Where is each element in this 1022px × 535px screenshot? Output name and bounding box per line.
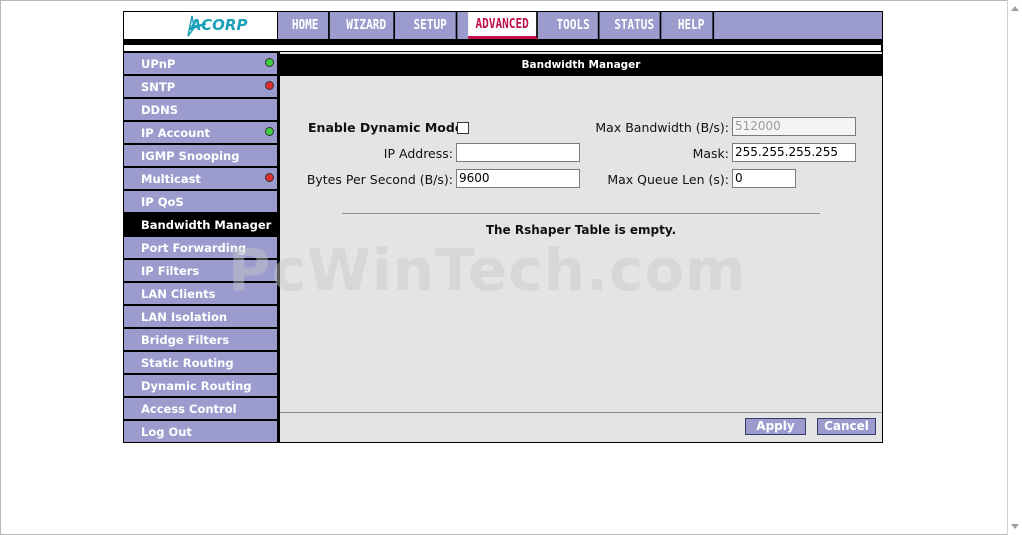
sidebar-item-ip-qos[interactable]: IP QoS bbox=[124, 191, 277, 212]
cancel-button[interactable]: Cancel bbox=[817, 418, 876, 435]
watermark: PcWinTech.com bbox=[228, 236, 747, 304]
max-queue-label: Max Queue Len (s): bbox=[607, 172, 729, 187]
nav-setup[interactable]: SETUP bbox=[405, 12, 458, 39]
nav-tools[interactable]: TOOLS bbox=[549, 12, 600, 39]
sidebar-item-static-routing[interactable]: Static Routing bbox=[124, 352, 277, 373]
max-queue-input[interactable]: 0 bbox=[732, 169, 796, 188]
sidebar-item-ddns[interactable]: DDNS bbox=[124, 99, 277, 120]
ip-address-input[interactable] bbox=[456, 143, 580, 162]
router-admin-app: ACORP HOME WIZARD SETUP ADVANCED TOOLS S… bbox=[123, 11, 883, 443]
sidebar-item-sntp[interactable]: SNTP bbox=[124, 76, 277, 97]
status-green-icon bbox=[265, 127, 274, 136]
nav-advanced[interactable]: ADVANCED bbox=[468, 12, 538, 39]
top-nav: HOME WIZARD SETUP ADVANCED TOOLS STATUS … bbox=[278, 12, 882, 39]
sidebar-item-multicast[interactable]: Multicast bbox=[124, 168, 277, 189]
sidebar-item-upnp[interactable]: UPnP bbox=[124, 53, 277, 74]
sidebar-item-access-control[interactable]: Access Control bbox=[124, 398, 277, 419]
max-bandwidth-input[interactable]: 512000 bbox=[732, 117, 856, 136]
enable-dynamic-label: Enable Dynamic Mode: bbox=[308, 120, 469, 135]
status-red-icon bbox=[265, 81, 274, 90]
scroll-down-arrow-icon[interactable] bbox=[1011, 524, 1019, 529]
footer-divider bbox=[280, 412, 882, 413]
max-bandwidth-label: Max Bandwidth (B/s): bbox=[595, 120, 729, 135]
page-title: Bandwidth Manager bbox=[280, 54, 882, 76]
sidebar-item-bandwidth-manager[interactable]: Bandwidth Manager bbox=[124, 214, 277, 235]
mask-input[interactable]: 255.255.255.255 bbox=[732, 143, 856, 162]
empty-table-message: The Rshaper Table is empty. bbox=[485, 223, 677, 237]
header-divider bbox=[124, 45, 881, 51]
sidebar-item-bridge-filters[interactable]: Bridge Filters bbox=[124, 329, 277, 350]
nav-status[interactable]: STATUS bbox=[609, 12, 662, 39]
sidebar-item-ip-account[interactable]: IP Account bbox=[124, 122, 277, 143]
bytes-per-second-label: Bytes Per Second (B/s): bbox=[306, 172, 453, 187]
sidebar-item-igmp-snooping[interactable]: IGMP Snooping bbox=[124, 145, 277, 166]
sidebar-item-lan-isolation[interactable]: LAN Isolation bbox=[124, 306, 277, 327]
mask-label: Mask: bbox=[692, 146, 729, 161]
logo-area: ACORP bbox=[124, 12, 277, 39]
sidebar-item-log-out[interactable]: Log Out bbox=[124, 421, 277, 442]
logo-text: ACORP bbox=[190, 16, 248, 34]
nav-help[interactable]: HELP bbox=[670, 12, 715, 39]
apply-button[interactable]: Apply bbox=[745, 418, 806, 435]
scroll-up-arrow-icon[interactable] bbox=[1011, 6, 1019, 11]
ip-address-label: IP Address: bbox=[383, 146, 453, 161]
status-red-icon bbox=[265, 173, 274, 182]
section-divider bbox=[342, 213, 820, 214]
nav-home[interactable]: HOME bbox=[282, 12, 330, 39]
nav-filler bbox=[718, 12, 882, 39]
bytes-per-second-input[interactable]: 9600 bbox=[456, 169, 580, 188]
nav-wizard[interactable]: WIZARD bbox=[339, 12, 396, 39]
status-green-icon bbox=[265, 58, 274, 67]
enable-dynamic-checkbox[interactable] bbox=[457, 122, 469, 134]
sidebar-item-dynamic-routing[interactable]: Dynamic Routing bbox=[124, 375, 277, 396]
vertical-scrollbar[interactable] bbox=[1007, 0, 1022, 535]
